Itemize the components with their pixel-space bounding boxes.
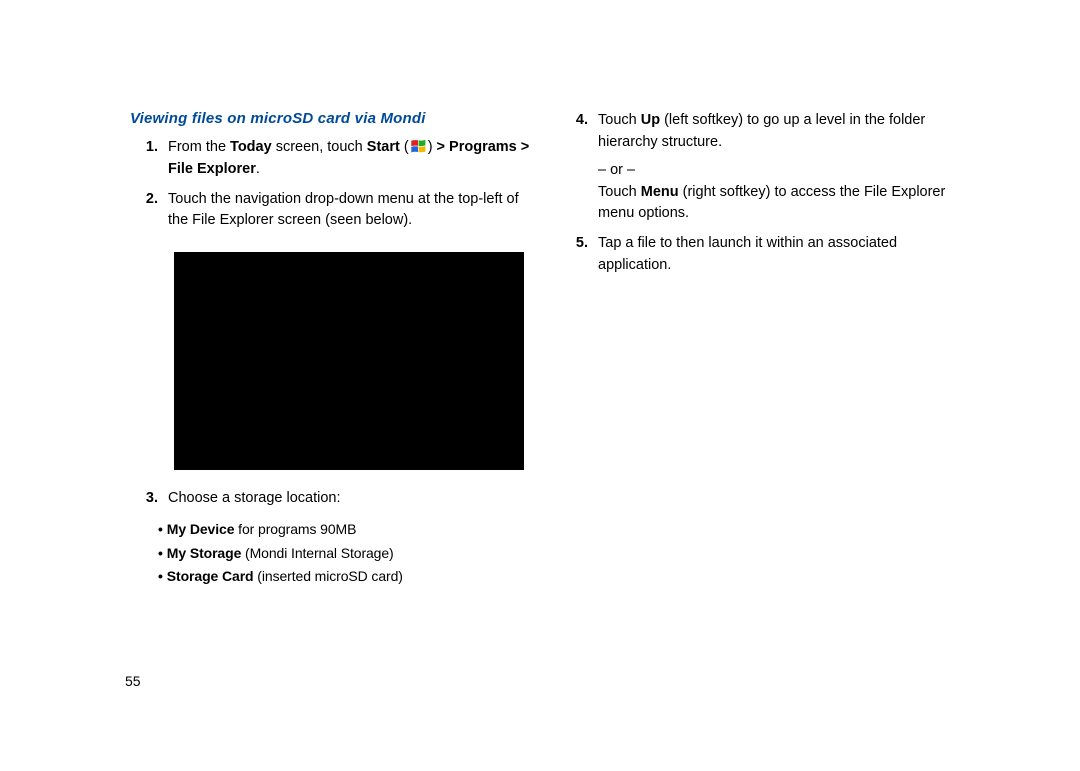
windows-start-icon [410, 139, 427, 154]
step-4-pre: Touch [598, 112, 641, 128]
step-1-text-pre: From the [168, 139, 230, 155]
step-1-start: Start [367, 139, 400, 155]
step-1-rp: ) [428, 139, 437, 155]
bullet-storage-card: Storage Card (inserted microSD card) [158, 565, 530, 589]
step-3-body: Choose a storage location: [168, 488, 530, 510]
content-columns: Viewing files on microSD card via Mondi … [130, 110, 960, 589]
step-3-number: 3. [130, 488, 168, 510]
step-4b-pre: Touch [598, 184, 641, 200]
bullet-my-device: My Device for programs 90MB [158, 518, 530, 542]
left-column: Viewing files on microSD card via Mondi … [130, 110, 530, 589]
step-2-body: Touch the navigation drop-down menu at t… [168, 189, 530, 233]
bullet-my-storage: My Storage (Mondi Internal Storage) [158, 542, 530, 566]
step-3: 3. Choose a storage location: [130, 488, 530, 510]
step-1: 1. From the Today screen, touch Start ( … [130, 137, 530, 181]
step-1-today: Today [230, 139, 272, 155]
step-1-number: 1. [130, 137, 168, 181]
bullet-storage-card-bold: Storage Card [167, 568, 254, 584]
storage-bullets: My Device for programs 90MB My Storage (… [158, 518, 530, 589]
step-4-number: 4. [560, 110, 598, 154]
step-2-number: 2. [130, 189, 168, 233]
step-4: 4. Touch Up (left softkey) to go up a le… [560, 110, 960, 154]
steps-left: 1. From the Today screen, touch Start ( … [130, 137, 530, 232]
bullet-storage-card-rest: (inserted microSD card) [254, 568, 403, 584]
step-2: 2. Touch the navigation drop-down menu a… [130, 189, 530, 233]
step-4b: Touch Menu (right softkey) to access the… [560, 182, 960, 226]
step-4-up: Up [641, 112, 660, 128]
bullet-my-storage-rest: (Mondi Internal Storage) [241, 545, 393, 561]
step-4b-body: Touch Menu (right softkey) to access the… [598, 182, 960, 226]
bullet-my-device-bold: My Device [167, 521, 235, 537]
step-1-text-mid: screen, touch [272, 139, 367, 155]
step-4-or: – or – [598, 162, 960, 178]
bullet-my-device-rest: for programs 90MB [234, 521, 356, 537]
step-5-number: 5. [560, 233, 598, 277]
step-1-body: From the Today screen, touch Start ( ) >… [168, 137, 530, 181]
right-column: 4. Touch Up (left softkey) to go up a le… [560, 110, 960, 589]
step-1-lp: ( [400, 139, 409, 155]
steps-right: 4. Touch Up (left softkey) to go up a le… [560, 110, 960, 277]
step-5: 5. Tap a file to then launch it within a… [560, 233, 960, 277]
section-heading: Viewing files on microSD card via Mondi [130, 110, 530, 127]
step-4b-menu: Menu [641, 184, 679, 200]
step-1-tail: . [256, 161, 260, 177]
step-5-body: Tap a file to then launch it within an a… [598, 233, 960, 277]
bullet-my-storage-bold: My Storage [167, 545, 241, 561]
step-4b-number [560, 182, 598, 226]
page: Viewing files on microSD card via Mondi … [0, 0, 1080, 771]
screenshot-placeholder [174, 252, 524, 470]
step-4-body: Touch Up (left softkey) to go up a level… [598, 110, 960, 154]
page-number: 55 [125, 673, 141, 689]
steps-left-cont: 3. Choose a storage location: [130, 488, 530, 510]
